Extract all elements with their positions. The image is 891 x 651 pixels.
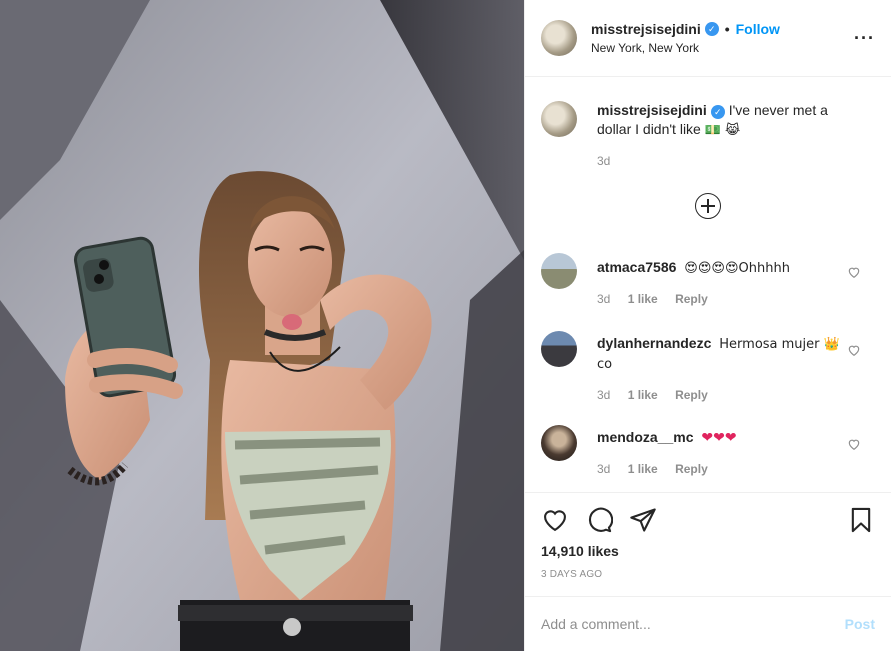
comment-age: 3d	[597, 292, 611, 306]
comment-age: 3d	[597, 462, 611, 476]
comment-username[interactable]: mendoza__mc	[597, 429, 693, 445]
comment-body: mendoza__mc ❤❤❤ 3d 1 like Reply	[597, 425, 875, 479]
instagram-post: misstrejsisejdini ✓ • Follow New York, N…	[0, 0, 891, 651]
comment-body: atmaca7586 😍😍😍😍Ohhhhh 3d 1 like Reply	[597, 253, 875, 309]
verified-badge-icon: ✓	[704, 22, 719, 36]
author-username[interactable]: misstrejsisejdini	[591, 21, 701, 37]
caption-body: misstrejsisejdini ✓ I've never met a dolla…	[597, 101, 875, 171]
comments-section: misstrejsisejdini ✓ I've never met a dolla…	[525, 77, 891, 492]
comment-likes[interactable]: 1 like	[628, 462, 658, 476]
separator-dot: •	[724, 21, 730, 37]
action-icons	[541, 505, 875, 535]
comment-like-heart-icon[interactable]	[847, 437, 861, 451]
comment-meta: 3d 1 like Reply	[597, 290, 845, 309]
post-sidebar: misstrejsisejdini ✓ • Follow New York, N…	[524, 0, 891, 651]
post-location[interactable]: New York, New York	[591, 41, 780, 55]
comment-text: 😍😍😍😍Ohhhhh	[684, 261, 790, 276]
verified-badge-icon: ✓	[710, 105, 725, 119]
comment-meta: 3d 1 like Reply	[597, 460, 845, 479]
caption-username[interactable]: misstrejsisejdini	[597, 102, 707, 118]
reply-button[interactable]: Reply	[675, 462, 708, 476]
comment-body: dylanhernandezc Hermosa mujer 👑 co 3d 1 …	[597, 331, 875, 405]
post-actions: 14,910 likes 3 DAYS AGO	[525, 492, 891, 596]
caption-age: 3d	[597, 154, 611, 168]
comment-item: mendoza__mc ❤❤❤ 3d 1 like Reply	[541, 425, 875, 479]
comment-text: ❤❤❤	[701, 430, 737, 446]
post-date[interactable]: 3 DAYS AGO	[541, 569, 875, 580]
commenter-avatar[interactable]	[541, 253, 577, 289]
comment-age: 3d	[597, 388, 611, 402]
load-more-icon[interactable]	[695, 193, 721, 219]
reply-button[interactable]: Reply	[675, 388, 708, 402]
post-header: misstrejsisejdini ✓ • Follow New York, N…	[525, 0, 891, 77]
photo-illustration	[0, 0, 524, 651]
comment-username[interactable]: atmaca7586	[597, 259, 676, 275]
post-comment-button[interactable]: Post	[845, 616, 875, 632]
save-bookmark-icon[interactable]	[847, 506, 875, 534]
comment-meta: 3d 1 like Reply	[597, 386, 845, 405]
comment-username[interactable]: dylanhernandezc	[597, 335, 711, 351]
comment-likes[interactable]: 1 like	[628, 388, 658, 402]
caption-author-avatar[interactable]	[541, 101, 577, 137]
comment-icon[interactable]	[585, 506, 613, 534]
comment-input[interactable]	[541, 616, 845, 632]
author-avatar[interactable]	[541, 20, 577, 56]
follow-button[interactable]: Follow	[736, 21, 780, 37]
add-comment-bar: Post	[525, 596, 891, 651]
comment-item: dylanhernandezc Hermosa mujer 👑 co 3d 1 …	[541, 331, 875, 405]
comment-item: atmaca7586 😍😍😍😍Ohhhhh 3d 1 like Reply	[541, 253, 875, 309]
caption-row: misstrejsisejdini ✓ I've never met a dolla…	[541, 101, 875, 171]
comment-like-heart-icon[interactable]	[847, 343, 861, 357]
post-photo[interactable]	[0, 0, 524, 651]
author-row: misstrejsisejdini ✓ • Follow	[591, 21, 780, 37]
reply-button[interactable]: Reply	[675, 292, 708, 306]
caption-emoji: 💵 😹	[704, 123, 741, 138]
like-heart-icon[interactable]	[541, 506, 569, 534]
commenter-avatar[interactable]	[541, 331, 577, 367]
more-options-icon[interactable]: ···	[854, 28, 875, 49]
like-count[interactable]: 14,910 likes	[541, 543, 875, 559]
comment-likes[interactable]: 1 like	[628, 292, 658, 306]
comment-like-heart-icon[interactable]	[847, 265, 861, 279]
author-info: misstrejsisejdini ✓ • Follow New York, N…	[591, 21, 780, 55]
commenter-avatar[interactable]	[541, 425, 577, 461]
caption-meta: 3d	[597, 152, 845, 171]
share-icon[interactable]	[629, 506, 657, 534]
